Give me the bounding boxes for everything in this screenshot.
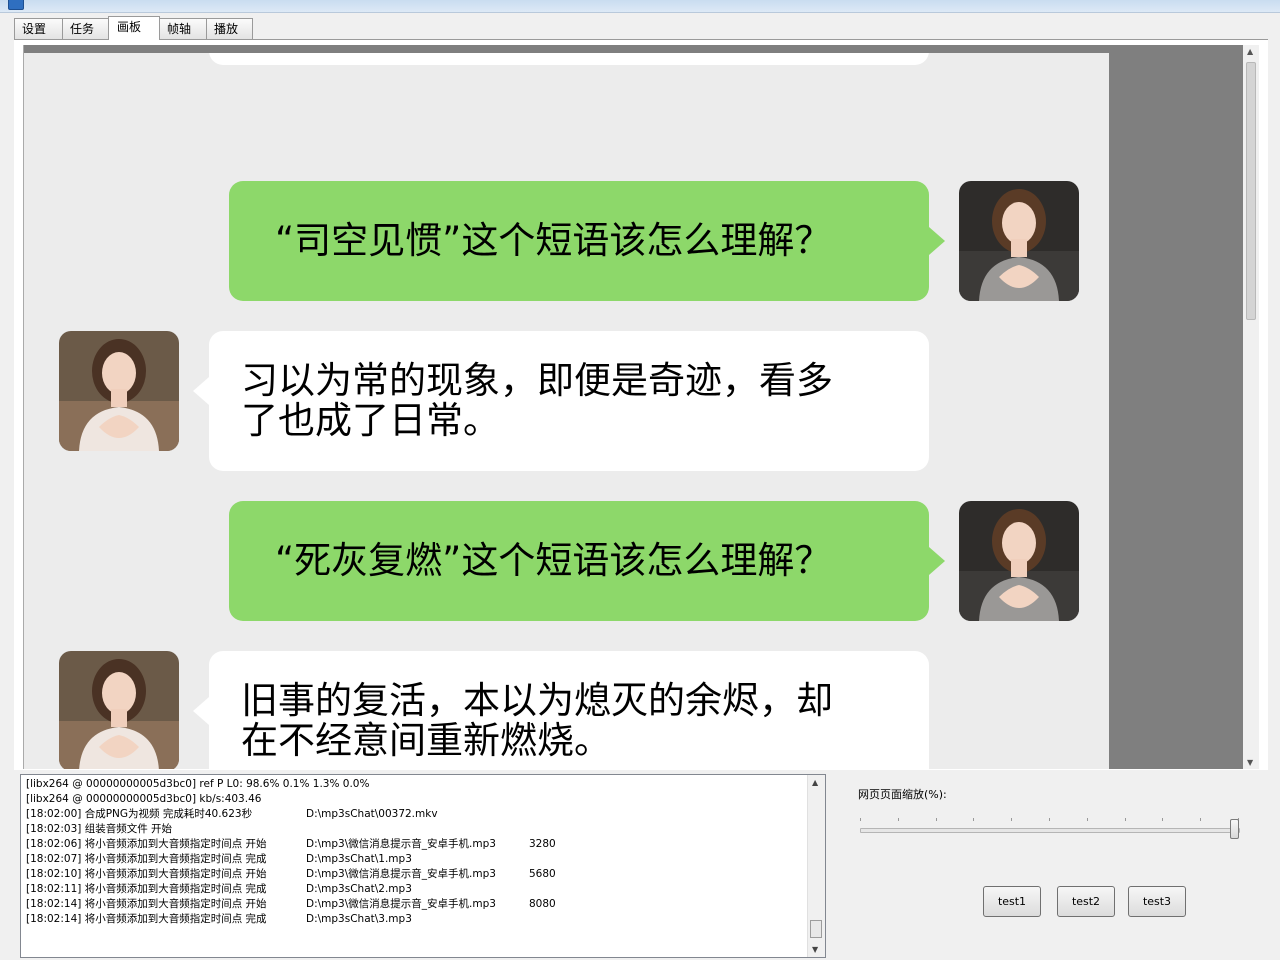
- log-scroll-up-icon[interactable]: ▲: [812, 778, 818, 787]
- zoom-slider-tick: [1049, 818, 1050, 821]
- app-icon: [8, 0, 24, 10]
- log-column: [18:02:11] 将小音频添加到大音频指定时间点 完成: [26, 883, 267, 895]
- reply-bubble: 和谐的象征，两种本质不同的液体，却能彼此融合，不分彼此。: [209, 53, 929, 65]
- log-column: [18:02:10] 将小音频添加到大音频指定时间点 开始: [26, 868, 267, 880]
- chat-message-row: 习以为常的现象，即便是奇迹，看多 了也成了日常。: [24, 331, 1109, 471]
- log-line: [18:02:07] 将小音频添加到大音频指定时间点 完成 D:\mp3sChat…: [26, 852, 556, 867]
- zoom-slider-tick: [898, 818, 899, 821]
- zoom-slider-tick: [1087, 818, 1088, 821]
- zoom-slider[interactable]: [858, 818, 1242, 842]
- log-column: [306, 777, 529, 792]
- scroll-down-icon[interactable]: ▼: [1247, 758, 1253, 767]
- reply-bubble: 旧事的复活，本以为熄灭的余烬，却 在不经意间重新燃烧。: [193, 651, 929, 769]
- log-line: [18:02:14] 将小音频添加到大音频指定时间点 完成 D:\mp3sChat…: [26, 912, 556, 927]
- log-column: [libx264 @ 00000000005d3bc0] kb/s:403.46: [26, 793, 262, 805]
- preview-scroll-thumb[interactable]: [1246, 62, 1256, 320]
- zoom-slider-tick: [973, 818, 974, 821]
- message-text: 旧事的复活，本以为熄灭的余烬，却 在不经意间重新燃烧。: [241, 681, 833, 761]
- log-column: 5680: [529, 868, 556, 880]
- bubble-tail: [929, 227, 945, 255]
- log-column: [18:02:07] 将小音频添加到大音频指定时间点 完成: [26, 853, 267, 865]
- web-preview-viewport[interactable]: 和谐的象征，两种本质不同的液体，却能彼此融合，不分彼此。 “司空见惯”这个短语该怎…: [23, 45, 1244, 769]
- log-column: [306, 792, 529, 807]
- log-scroll-down-icon[interactable]: ▼: [812, 945, 818, 954]
- message-line: “死灰复燃”这个短语该怎么理解？: [275, 539, 832, 582]
- log-line: [libx264 @ 00000000005d3bc0] ref P L0: 9…: [26, 777, 556, 792]
- log-column: D:\mp3sChat\3.mp3: [306, 913, 412, 925]
- preview-scrollbar[interactable]: ▲ ▼: [1243, 45, 1259, 769]
- zoom-slider-thumb[interactable]: [1230, 819, 1239, 839]
- asker-avatar: [959, 181, 1079, 301]
- asker-avatar: [959, 501, 1079, 621]
- log-column: D:\mp3sChat\1.mp3: [306, 853, 412, 865]
- chat-message-row: “死灰复燃”这个短语该怎么理解？: [24, 501, 1109, 621]
- message-line: 在不经意间重新燃烧。: [241, 719, 611, 762]
- message-line: 了也成了日常。: [241, 399, 500, 442]
- log-output[interactable]: [libx264 @ 00000000005d3bc0] ref P L0: 9…: [20, 774, 826, 958]
- log-scrollbar[interactable]: ▲ ▼: [807, 775, 825, 957]
- log-column: D:\mp3sChat\00372.mkv: [306, 808, 438, 820]
- tab-tasks[interactable]: 任务: [62, 18, 109, 39]
- reply-bubble: 习以为常的现象，即便是奇迹，看多 了也成了日常。: [193, 331, 929, 471]
- test2-button[interactable]: test2: [1057, 886, 1115, 917]
- scroll-up-icon[interactable]: ▲: [1247, 47, 1253, 56]
- window-title-strip: [0, 0, 1280, 13]
- log-column: [18:02:00] 合成PNG为视频 完成耗时40.623秒: [26, 808, 253, 820]
- chat-canvas: 和谐的象征，两种本质不同的液体，却能彼此融合，不分彼此。 “司空见惯”这个短语该怎…: [24, 53, 1109, 769]
- test3-button[interactable]: test3: [1128, 886, 1186, 917]
- chat-message-row: “司空见惯”这个短语该怎么理解？: [24, 181, 1109, 301]
- log-line: [18:02:10] 将小音频添加到大音频指定时间点 开始 D:\mp3\微信消息…: [26, 867, 556, 882]
- tab-canvas[interactable]: 画板: [108, 16, 160, 40]
- log-column: D:\mp3\微信消息提示音_安卓手机.mp3: [306, 898, 496, 910]
- tab-timeline[interactable]: 帧轴: [159, 18, 207, 39]
- log-column: D:\mp3\微信消息提示音_安卓手机.mp3: [306, 868, 496, 880]
- tab-playback[interactable]: 播放: [206, 18, 253, 39]
- log-column: D:\mp3sChat\2.mp3: [306, 883, 412, 895]
- log-column: [libx264 @ 00000000005d3bc0] ref P L0: 9…: [26, 778, 370, 790]
- replier-avatar: [59, 331, 179, 451]
- log-column: [306, 822, 529, 837]
- log-line: [18:02:03] 组装音频文件 开始: [26, 822, 556, 837]
- message-text: 习以为常的现象，即便是奇迹，看多 了也成了日常。: [241, 361, 833, 441]
- bubble-tail: [193, 377, 209, 405]
- message-text: “死灰复燃”这个短语该怎么理解？: [275, 541, 831, 581]
- chat-message-row: 旧事的复活，本以为熄灭的余烬，却 在不经意间重新燃烧。: [24, 651, 1109, 769]
- message-text: “司空见惯”这个短语该怎么理解？: [275, 221, 831, 261]
- zoom-slider-track[interactable]: [860, 828, 1240, 833]
- replier-avatar: [59, 651, 179, 769]
- log-column: [18:02:14] 将小音频添加到大音频指定时间点 开始: [26, 898, 267, 910]
- message-line: 习以为常的现象，即便是奇迹，看多: [241, 359, 833, 402]
- question-bubble: “死灰复燃”这个短语该怎么理解？: [229, 501, 945, 621]
- log-line: [18:02:00] 合成PNG为视频 完成耗时40.623秒 D:\mp3sCh…: [26, 807, 556, 822]
- bubble-tail: [193, 697, 209, 725]
- zoom-slider-tick: [1200, 818, 1201, 821]
- zoom-slider-tick: [1162, 818, 1163, 821]
- log-column: 8080: [529, 898, 556, 910]
- zoom-slider-tick: [936, 818, 937, 821]
- log-column: [18:02:06] 将小音频添加到大音频指定时间点 开始: [26, 838, 267, 850]
- test1-button[interactable]: test1: [983, 886, 1041, 917]
- log-column: [18:02:03] 组装音频文件 开始: [26, 823, 173, 835]
- tab-settings[interactable]: 设置: [14, 18, 63, 39]
- log-line: [18:02:11] 将小音频添加到大音频指定时间点 完成 D:\mp3sChat…: [26, 882, 556, 897]
- bubble-tail: [929, 547, 945, 575]
- zoom-label: 网页页面缩放(%):: [858, 788, 947, 801]
- log-column: [18:02:14] 将小音频添加到大音频指定时间点 完成: [26, 913, 267, 925]
- zoom-slider-tick: [860, 818, 861, 821]
- message-line: “司空见惯”这个短语该怎么理解？: [275, 219, 832, 262]
- log-scroll-thumb[interactable]: [810, 920, 822, 938]
- zoom-slider-tick: [1011, 818, 1012, 821]
- zoom-slider-tick: [1125, 818, 1126, 821]
- log-column: D:\mp3\微信消息提示音_安卓手机.mp3: [306, 838, 496, 850]
- log-column: 3280: [529, 838, 556, 850]
- log-line: [18:02:06] 将小音频添加到大音频指定时间点 开始 D:\mp3\微信消息…: [26, 837, 556, 852]
- log-line: [18:02:14] 将小音频添加到大音频指定时间点 开始 D:\mp3\微信消息…: [26, 897, 556, 912]
- log-line: [libx264 @ 00000000005d3bc0] kb/s:403.46: [26, 792, 556, 807]
- message-line: 旧事的复活，本以为熄灭的余烬，却: [241, 679, 833, 722]
- question-bubble: “司空见惯”这个短语该怎么理解？: [229, 181, 945, 301]
